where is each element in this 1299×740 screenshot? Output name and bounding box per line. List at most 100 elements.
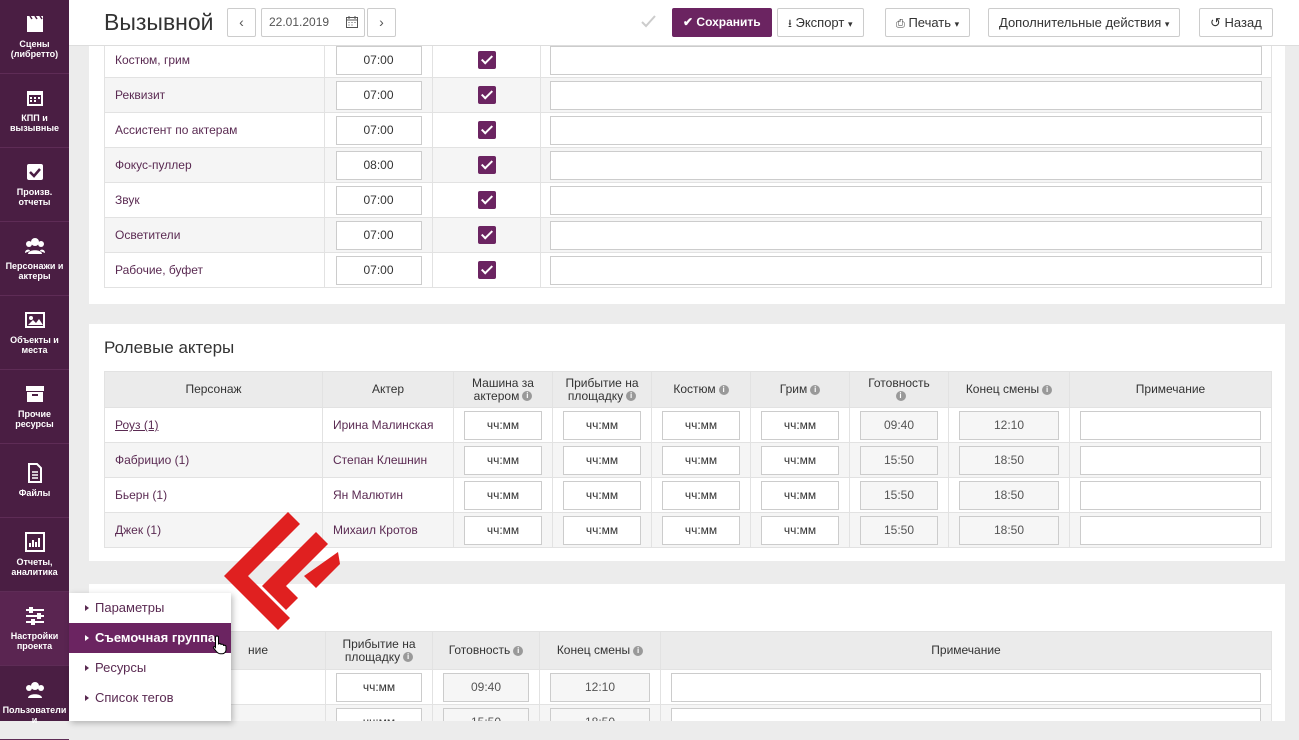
note-input[interactable] — [549, 185, 1262, 215]
submenu-item-resources[interactable]: Ресурсы — [69, 653, 231, 683]
role-link[interactable]: Фабрицио (1) — [115, 453, 189, 467]
note-input[interactable] — [549, 220, 1262, 250]
info-icon[interactable]: i — [513, 645, 524, 656]
sidebar-item-analytics[interactable]: Отчеты, аналитика — [0, 518, 69, 592]
end-input[interactable]: 12:10 — [959, 410, 1059, 440]
note-input[interactable] — [549, 115, 1262, 145]
time-input[interactable]: чч:мм — [464, 445, 542, 475]
info-icon[interactable]: i — [718, 384, 729, 395]
submenu-item-tags[interactable]: Список тегов — [69, 683, 231, 713]
sidebar-item-users[interactable]: Пользователи и — [0, 666, 69, 740]
note-input[interactable] — [1080, 445, 1261, 475]
time-input[interactable]: чч:мм — [563, 445, 641, 475]
role-link[interactable]: Роуз (1) — [115, 418, 159, 432]
print-button[interactable]: ⎙ Печать ▾ — [885, 8, 971, 37]
crew-role: Осветители — [104, 217, 325, 253]
include-checkbox[interactable] — [477, 86, 496, 104]
time-input[interactable]: 07:00 — [335, 185, 422, 215]
time-input[interactable]: чч:мм — [336, 707, 422, 721]
time-input[interactable]: 08:00 — [335, 150, 422, 180]
calendar-icon[interactable] — [346, 16, 358, 28]
info-icon[interactable]: i — [895, 391, 906, 402]
ready-input[interactable]: 15:50 — [860, 445, 938, 475]
note-input[interactable] — [549, 46, 1262, 75]
end-input[interactable]: 12:10 — [550, 672, 650, 702]
time-input[interactable]: чч:мм — [662, 410, 740, 440]
time-input[interactable]: чч:мм — [662, 445, 740, 475]
crew-role: Костюм, грим — [104, 46, 325, 78]
time-input[interactable]: 07:00 — [335, 46, 422, 75]
time-input[interactable]: чч:мм — [761, 515, 839, 545]
time-input[interactable]: 07:00 — [335, 220, 422, 250]
role-cell[interactable]: Роуз (1) — [104, 407, 323, 443]
include-checkbox[interactable] — [477, 51, 496, 69]
ready-input[interactable]: 15:50 — [443, 707, 529, 721]
sidebar-item-characters[interactable]: Персонажи и актеры — [0, 222, 69, 296]
time-input[interactable]: чч:мм — [662, 480, 740, 510]
note-input[interactable] — [1080, 480, 1261, 510]
ready-input[interactable]: 09:40 — [860, 410, 938, 440]
info-icon[interactable]: i — [522, 391, 533, 402]
submenu-item-parameters[interactable]: Параметры — [69, 593, 231, 623]
include-checkbox[interactable] — [477, 191, 496, 209]
end-input[interactable]: 18:50 — [959, 515, 1059, 545]
sidebar-item-label: Сцены (либретто) — [10, 39, 59, 59]
sliders-icon — [25, 607, 44, 625]
time-input[interactable]: чч:мм — [563, 480, 641, 510]
include-checkbox[interactable] — [477, 121, 496, 139]
time-input[interactable]: чч:мм — [761, 410, 839, 440]
info-icon[interactable]: i — [810, 384, 821, 395]
sidebar-item-resources[interactable]: Прочие ресурсы — [0, 370, 69, 444]
include-checkbox[interactable] — [477, 226, 496, 244]
time-input[interactable]: 07:00 — [335, 80, 422, 110]
time-input[interactable]: 07:00 — [335, 115, 422, 145]
save-button[interactable]: ✔ Сохранить — [672, 8, 772, 37]
time-input[interactable]: чч:мм — [563, 515, 641, 545]
time-input[interactable]: чч:мм — [563, 410, 641, 440]
note-input[interactable] — [671, 707, 1261, 721]
time-input[interactable]: чч:мм — [662, 515, 740, 545]
note-input[interactable] — [549, 255, 1262, 285]
download-icon: ⭳ — [788, 18, 792, 30]
check-icon: ✔ — [683, 15, 694, 29]
date-field[interactable]: 22.01.2019 — [261, 8, 365, 37]
time-input[interactable]: 07:00 — [335, 255, 422, 285]
time-input[interactable]: чч:мм — [464, 410, 542, 440]
export-button[interactable]: ⭳ Экспорт ▾ — [777, 8, 864, 37]
note-input[interactable] — [671, 672, 1261, 702]
info-icon[interactable]: i — [626, 391, 637, 402]
note-input[interactable] — [1080, 410, 1261, 440]
role-link[interactable]: Джек (1) — [115, 523, 161, 537]
sidebar-item-callsheets[interactable]: КПП и вызывные — [0, 74, 69, 148]
end-input[interactable]: 18:50 — [550, 707, 650, 721]
end-input[interactable]: 18:50 — [959, 480, 1059, 510]
prev-date-button[interactable]: ‹ — [227, 8, 256, 37]
time-input[interactable]: чч:мм — [761, 480, 839, 510]
role-link[interactable]: Бьерн (1) — [115, 488, 167, 502]
submenu-item-crew[interactable]: Съемочная группа — [69, 623, 231, 653]
ready-input[interactable]: 15:50 — [860, 515, 938, 545]
note-input[interactable] — [549, 150, 1262, 180]
time-input[interactable]: чч:мм — [336, 672, 422, 702]
sidebar-item-files[interactable]: Файлы — [0, 444, 69, 518]
more-actions-button[interactable]: Дополнительные действия ▾ — [988, 8, 1181, 37]
back-button[interactable]: ↺ Назад — [1199, 8, 1273, 37]
include-checkbox[interactable] — [477, 261, 496, 279]
info-icon[interactable]: i — [633, 645, 644, 656]
info-icon[interactable]: i — [1042, 384, 1053, 395]
time-input[interactable]: чч:мм — [464, 480, 542, 510]
sidebar-item-locations[interactable]: Объекты и места — [0, 296, 69, 370]
end-input[interactable]: 18:50 — [959, 445, 1059, 475]
next-date-button[interactable]: › — [367, 8, 396, 37]
sidebar-item-scenes[interactable]: Сцены (либретто) — [0, 0, 69, 74]
note-input[interactable] — [1080, 515, 1261, 545]
info-icon[interactable]: i — [403, 652, 414, 663]
ready-input[interactable]: 09:40 — [443, 672, 529, 702]
sidebar-item-reports[interactable]: Произв. отчеты — [0, 148, 69, 222]
time-input[interactable]: чч:мм — [464, 515, 542, 545]
time-input[interactable]: чч:мм — [761, 445, 839, 475]
sidebar-item-settings[interactable]: Настройки проекта — [0, 592, 69, 666]
include-checkbox[interactable] — [477, 156, 496, 174]
ready-input[interactable]: 15:50 — [860, 480, 938, 510]
note-input[interactable] — [549, 80, 1262, 110]
